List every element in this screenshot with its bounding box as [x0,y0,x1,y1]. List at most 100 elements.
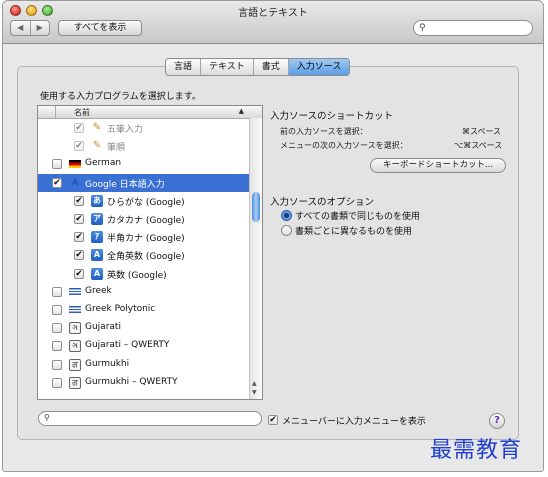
same-for-all-documents-radio[interactable] [281,210,292,221]
same-for-all-documents-label: すべての書類で同じものを使用 [295,212,421,222]
enable-checkbox[interactable]: ✔ [52,177,62,188]
tab-formats[interactable]: 書式 [254,59,289,75]
gurmukhi-script-icon: ਗ [69,376,81,389]
tab-bar: 言語 テキスト 書式 入力ソース [165,58,351,76]
list-item-label: Google 日本語入力 [85,179,165,190]
enable-checkbox[interactable]: ✔ [74,123,84,133]
list-item[interactable]: Greek [38,283,250,301]
list-item[interactable]: ✔ ✎ 五筆入力 [38,119,250,137]
enable-checkbox[interactable] [52,341,62,352]
prev-source-shortcut-label: 前の入力ソースを選択： [280,127,368,136]
back-arrow-icon[interactable]: ◀ [11,21,31,35]
list-item-label: Gurmukhi [85,358,130,369]
german-flag-icon [69,160,81,169]
per-document-label: 書類ごとに異なるものを使用 [295,227,413,237]
show-all-button[interactable]: すべてを表示 [58,20,142,36]
list-item[interactable]: ✔ A 英数 (Google) [38,265,250,283]
show-input-menu-label: メニューバーに入力メニューを表示 [282,417,426,427]
enable-checkbox[interactable]: ✔ [74,232,84,243]
search-icon: ⚲ [44,413,50,422]
list-item-label: カタカナ (Google) [107,216,185,226]
list-item[interactable]: ✔ A 全角英数 (Google) [38,246,250,264]
options-section-title: 入力ソースのオプション [270,197,375,208]
gujarati-script-icon: ગ [69,322,81,335]
list-item[interactable]: Greek Polytonic [38,301,250,319]
preferences-search-input[interactable]: ⚲ [413,20,533,36]
enable-checkbox[interactable]: ✔ [74,195,84,206]
per-document-radio[interactable] [281,225,292,236]
list-item[interactable]: ✔ A Google 日本語入力 [38,173,250,192]
list-item-label: Greek Polytonic [85,304,156,314]
list-item[interactable]: ਗ Gurmukhi [38,356,250,374]
list-item[interactable]: ગ Gujarati – QWERTY [38,337,250,355]
list-item-label: 筆順 [107,143,126,154]
greek-flag-icon [69,306,81,314]
forward-arrow-icon[interactable]: ▶ [31,21,50,35]
list-item-label: Greek [85,285,112,296]
next-source-shortcut-keys: ⌥⌘スペース [454,141,503,150]
enable-checkbox[interactable]: ✔ [74,214,84,224]
pen-icon: ✎ [92,140,102,152]
scroll-down-icon[interactable]: ▼ [252,389,257,396]
enable-checkbox[interactable] [52,286,62,297]
list-item[interactable]: German [38,155,250,173]
search-icon: ⚲ [419,23,426,33]
list-item[interactable]: ✔ あひらがな (Google) [38,192,250,210]
list-item-label: Gujarati – QWERTY [85,340,170,351]
list-item[interactable]: ਗ Gurmukhi – QWERTY [38,374,250,392]
list-item[interactable]: ✔ ✎ 筆順 [38,137,250,155]
help-button[interactable]: ? [489,413,505,429]
list-item-label: 英数 (Google) [107,270,167,281]
enable-checkbox[interactable] [52,305,62,315]
greek-flag-icon [69,287,81,296]
tab-input-sources[interactable]: 入力ソース [288,59,350,75]
fullwidth-alnum-icon: A [91,249,103,262]
sort-ascending-icon: ▲ [238,107,244,115]
tab-text[interactable]: テキスト [201,59,254,75]
list-item-label: 半角カナ (Google) [107,234,185,245]
prev-source-shortcut-keys: ⌘スペース [462,127,502,136]
enable-checkbox[interactable] [52,159,62,170]
input-source-list[interactable]: 名前 ▲ ✔ ✎ 五筆入力 ✔ ✎ 筆順 German ✔ A Google 日本語入力 ✔ あひらが… [37,105,263,400]
header-column-divider [55,106,56,118]
title-bar: 言語とテキスト ◀ ▶ すべてを表示 ⚲ [3,1,543,44]
input-program-instructions: 使用する入力プログラムを選択します。 [40,92,201,102]
tab-language[interactable]: 言語 [166,59,202,75]
halfwidth-kana-icon: ｱ [91,231,103,244]
list-item-label: 五筆入力 [107,125,144,135]
enable-checkbox[interactable] [52,323,62,334]
hiragana-icon: あ [91,194,103,207]
gurmukhi-script-icon: ਗ [69,358,81,371]
list-item-label: 全角英数 (Google) [107,252,185,263]
list-header[interactable]: 名前 ▲ [38,106,262,119]
list-scrollbar[interactable]: ▲ ▼ [249,118,262,399]
scrollbar-thumb[interactable] [252,192,260,222]
show-input-menu-checkbox[interactable]: ✔ [268,415,278,425]
list-item-label: Gujarati [85,322,121,333]
list-item[interactable]: ✔ アカタカナ (Google) [38,210,250,228]
enable-checkbox[interactable]: ✔ [74,250,84,261]
next-source-shortcut-label: メニューの次の入力ソースを選択： [280,141,408,150]
scroll-up-icon[interactable]: ▲ [252,380,257,387]
alphanumeric-icon: A [91,267,103,280]
list-item-label: German [85,158,122,169]
list-item-label: ひらがな (Google) [107,197,185,208]
back-forward-control[interactable]: ◀ ▶ [10,20,50,36]
watermark-logo: 最需教育 [430,438,523,463]
window-title: 言語とテキスト [238,8,308,19]
katakana-icon: ア [91,213,103,225]
gujarati-script-icon: ગ [69,340,81,353]
list-item-label: Gurmukhi – QWERTY [85,376,178,387]
enable-checkbox[interactable] [52,377,62,388]
enable-checkbox[interactable] [52,359,62,370]
enable-checkbox[interactable]: ✔ [74,268,84,279]
pen-icon: ✎ [92,122,102,133]
list-item[interactable]: ગ Gujarati [38,319,250,337]
google-input-icon: A [71,177,79,188]
name-column-header[interactable]: 名前 [74,107,90,118]
input-source-search-input[interactable]: ⚲ [38,411,262,426]
enable-checkbox[interactable]: ✔ [74,141,84,152]
list-item[interactable]: ✔ ｱ 半角カナ (Google) [38,228,250,246]
shortcuts-section-title: 入力ソースのショートカット [270,111,394,122]
keyboard-shortcuts-button[interactable]: キーボードショートカット... [370,158,506,173]
